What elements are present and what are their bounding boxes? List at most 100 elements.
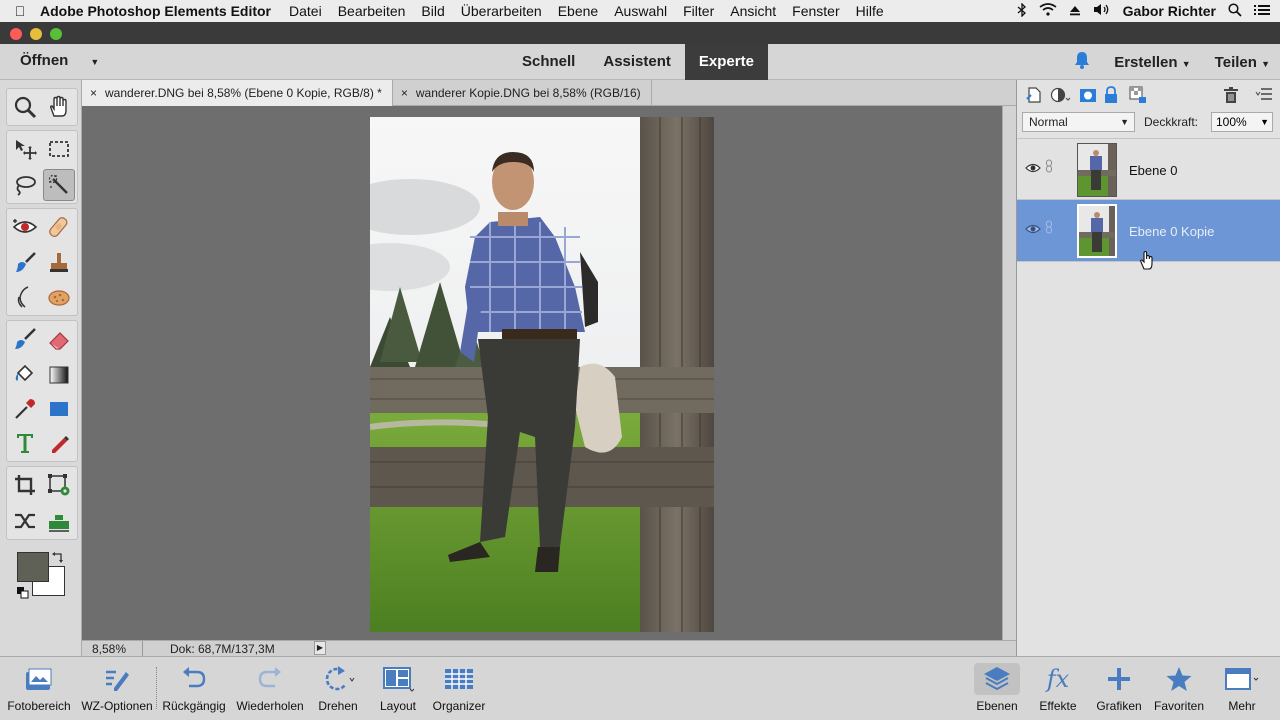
quick-selection-tool-icon[interactable] — [43, 169, 75, 201]
opacity-field[interactable]: 100% ▼ — [1211, 112, 1273, 132]
doc-tab-wanderer[interactable]: × wanderer.DNG bei 8,58% (Ebene 0 Kopie, … — [82, 80, 393, 106]
bottom-taskbar: Fotobereich WZ-Optionen Rückgängig Wiede… — [0, 656, 1280, 720]
doc-tab-wanderer-kopie[interactable]: × wanderer Kopie.DNG bei 8,58% (RGB/16) — [393, 80, 652, 106]
bluetooth-icon[interactable] — [1017, 1, 1027, 20]
open-button[interactable]: Öffnen ▼ — [20, 52, 99, 72]
close-window-button[interactable] — [10, 28, 22, 40]
graphics-button[interactable]: Grafiken — [1092, 663, 1146, 713]
menu-bearbeiten[interactable]: Bearbeiten — [338, 3, 406, 19]
effects-label: Effekte — [1039, 699, 1077, 713]
tab-assistent[interactable]: Assistent — [589, 44, 685, 80]
tab-schnell[interactable]: Schnell — [508, 44, 589, 80]
foreground-color-swatch[interactable] — [17, 552, 49, 582]
redo-button[interactable]: Wiederholen — [232, 663, 308, 713]
red-eye-tool-icon[interactable] — [9, 211, 41, 243]
undo-button[interactable]: Rückgängig — [158, 663, 230, 713]
rotate-button[interactable]: Drehen — [310, 663, 366, 713]
close-tab-icon[interactable]: × — [401, 86, 408, 100]
menu-ueberarbeiten[interactable]: Überarbeiten — [461, 3, 542, 19]
notification-list-icon[interactable] — [1254, 3, 1270, 19]
status-menu-arrow-icon[interactable]: ▶ — [314, 641, 326, 655]
user-menu[interactable]: Gabor Richter — [1123, 3, 1216, 19]
crop-tool-icon[interactable] — [9, 469, 41, 501]
paint-bucket-icon[interactable] — [9, 359, 41, 391]
volume-icon[interactable] — [1093, 3, 1111, 19]
undo-icon — [158, 663, 230, 695]
lasso-tool-icon[interactable] — [9, 169, 41, 201]
create-menu[interactable]: Erstellen ▼ — [1114, 54, 1190, 71]
tab-experte[interactable]: Experte — [684, 44, 768, 80]
spot-healing-brush-icon[interactable] — [43, 211, 75, 243]
menu-datei[interactable]: Datei — [289, 3, 322, 19]
visibility-eye-icon[interactable] — [1025, 222, 1041, 240]
straighten-tool-icon[interactable] — [43, 505, 75, 537]
layers-button[interactable]: Ebenen — [974, 663, 1020, 713]
vertical-scrollbar[interactable] — [1002, 106, 1016, 640]
lock-all-icon[interactable] — [1103, 86, 1121, 104]
swap-colors-icon[interactable] — [52, 550, 64, 568]
layer-name[interactable]: Ebene 0 Kopie — [1129, 224, 1214, 239]
smart-brush-icon[interactable] — [9, 247, 41, 279]
blend-mode-dropdown[interactable]: Normal ▼ — [1022, 112, 1135, 132]
zoom-tool-icon[interactable] — [9, 91, 41, 123]
wifi-icon[interactable] — [1039, 3, 1057, 19]
link-layer-icon[interactable] — [1045, 159, 1053, 178]
zoom-level[interactable]: 8,58% — [92, 642, 126, 656]
pencil-tool-icon[interactable] — [43, 427, 75, 459]
menu-hilfe[interactable]: Hilfe — [856, 3, 884, 19]
document-canvas[interactable] — [82, 106, 1002, 640]
brush-tool-icon[interactable] — [9, 323, 41, 355]
recompose-tool-icon[interactable] — [43, 469, 75, 501]
blur-tool-icon[interactable] — [9, 281, 41, 313]
notification-bell-icon[interactable] — [1074, 51, 1090, 74]
menu-ansicht[interactable]: Ansicht — [730, 3, 776, 19]
share-menu[interactable]: Teilen ▼ — [1215, 54, 1270, 71]
eject-icon[interactable] — [1069, 3, 1081, 19]
minimize-window-button[interactable] — [30, 28, 42, 40]
hiker-photo[interactable] — [370, 117, 714, 632]
link-layer-icon[interactable] — [1045, 220, 1053, 239]
organizer-icon — [428, 663, 490, 695]
new-layer-icon[interactable] — [1025, 86, 1043, 104]
text-tool-icon[interactable] — [9, 427, 41, 459]
effects-button[interactable]: fx Effekte — [1032, 663, 1084, 713]
clone-stamp-icon[interactable] — [43, 247, 75, 279]
lock-transparent-icon[interactable] — [1129, 86, 1147, 104]
shape-tool-icon[interactable] — [43, 393, 75, 425]
marquee-tool-icon[interactable] — [43, 133, 75, 165]
divider — [142, 641, 143, 657]
chevron-down-icon[interactable]: ▼ — [1260, 113, 1269, 131]
layer-mask-icon[interactable] — [1079, 86, 1097, 104]
favorites-button[interactable]: Favoriten — [1150, 663, 1208, 713]
apple-icon[interactable]:  — [0, 3, 40, 19]
photo-bin-label: Fotobereich — [7, 699, 71, 713]
layer-name[interactable]: Ebene 0 — [1129, 163, 1177, 178]
gradient-tool-icon[interactable] — [43, 359, 75, 391]
layer-row-ebene-0[interactable]: Ebene 0 — [1017, 138, 1280, 200]
tool-options-button[interactable]: WZ-Optionen — [78, 663, 156, 713]
close-tab-icon[interactable]: × — [90, 86, 97, 100]
fullscreen-window-button[interactable] — [50, 28, 62, 40]
default-colors-icon[interactable] — [17, 586, 29, 604]
trash-icon[interactable] — [1223, 86, 1241, 104]
menu-bild[interactable]: Bild — [421, 3, 444, 19]
sponge-tool-icon[interactable] — [43, 281, 75, 313]
content-aware-move-icon[interactable] — [9, 505, 41, 537]
menu-fenster[interactable]: Fenster — [792, 3, 839, 19]
visibility-eye-icon[interactable] — [1025, 161, 1041, 179]
move-tool-icon[interactable] — [9, 133, 41, 165]
eyedropper-tool-icon[interactable] — [9, 393, 41, 425]
hand-tool-icon[interactable] — [43, 91, 75, 123]
photo-bin-button[interactable]: Fotobereich — [4, 663, 74, 713]
eraser-tool-icon[interactable] — [43, 323, 75, 355]
spotlight-search-icon[interactable] — [1228, 2, 1242, 20]
organizer-button[interactable]: Organizer — [428, 663, 490, 713]
panel-menu-icon[interactable] — [1255, 86, 1273, 104]
adjustment-layer-icon[interactable] — [1049, 86, 1071, 104]
menu-ebene[interactable]: Ebene — [558, 3, 598, 19]
menu-filter[interactable]: Filter — [683, 3, 714, 19]
menu-auswahl[interactable]: Auswahl — [614, 3, 667, 19]
app-menu[interactable]: Adobe Photoshop Elements Editor — [40, 3, 271, 19]
layout-button[interactable]: Layout — [372, 663, 424, 713]
more-button[interactable]: Mehr — [1214, 663, 1270, 713]
